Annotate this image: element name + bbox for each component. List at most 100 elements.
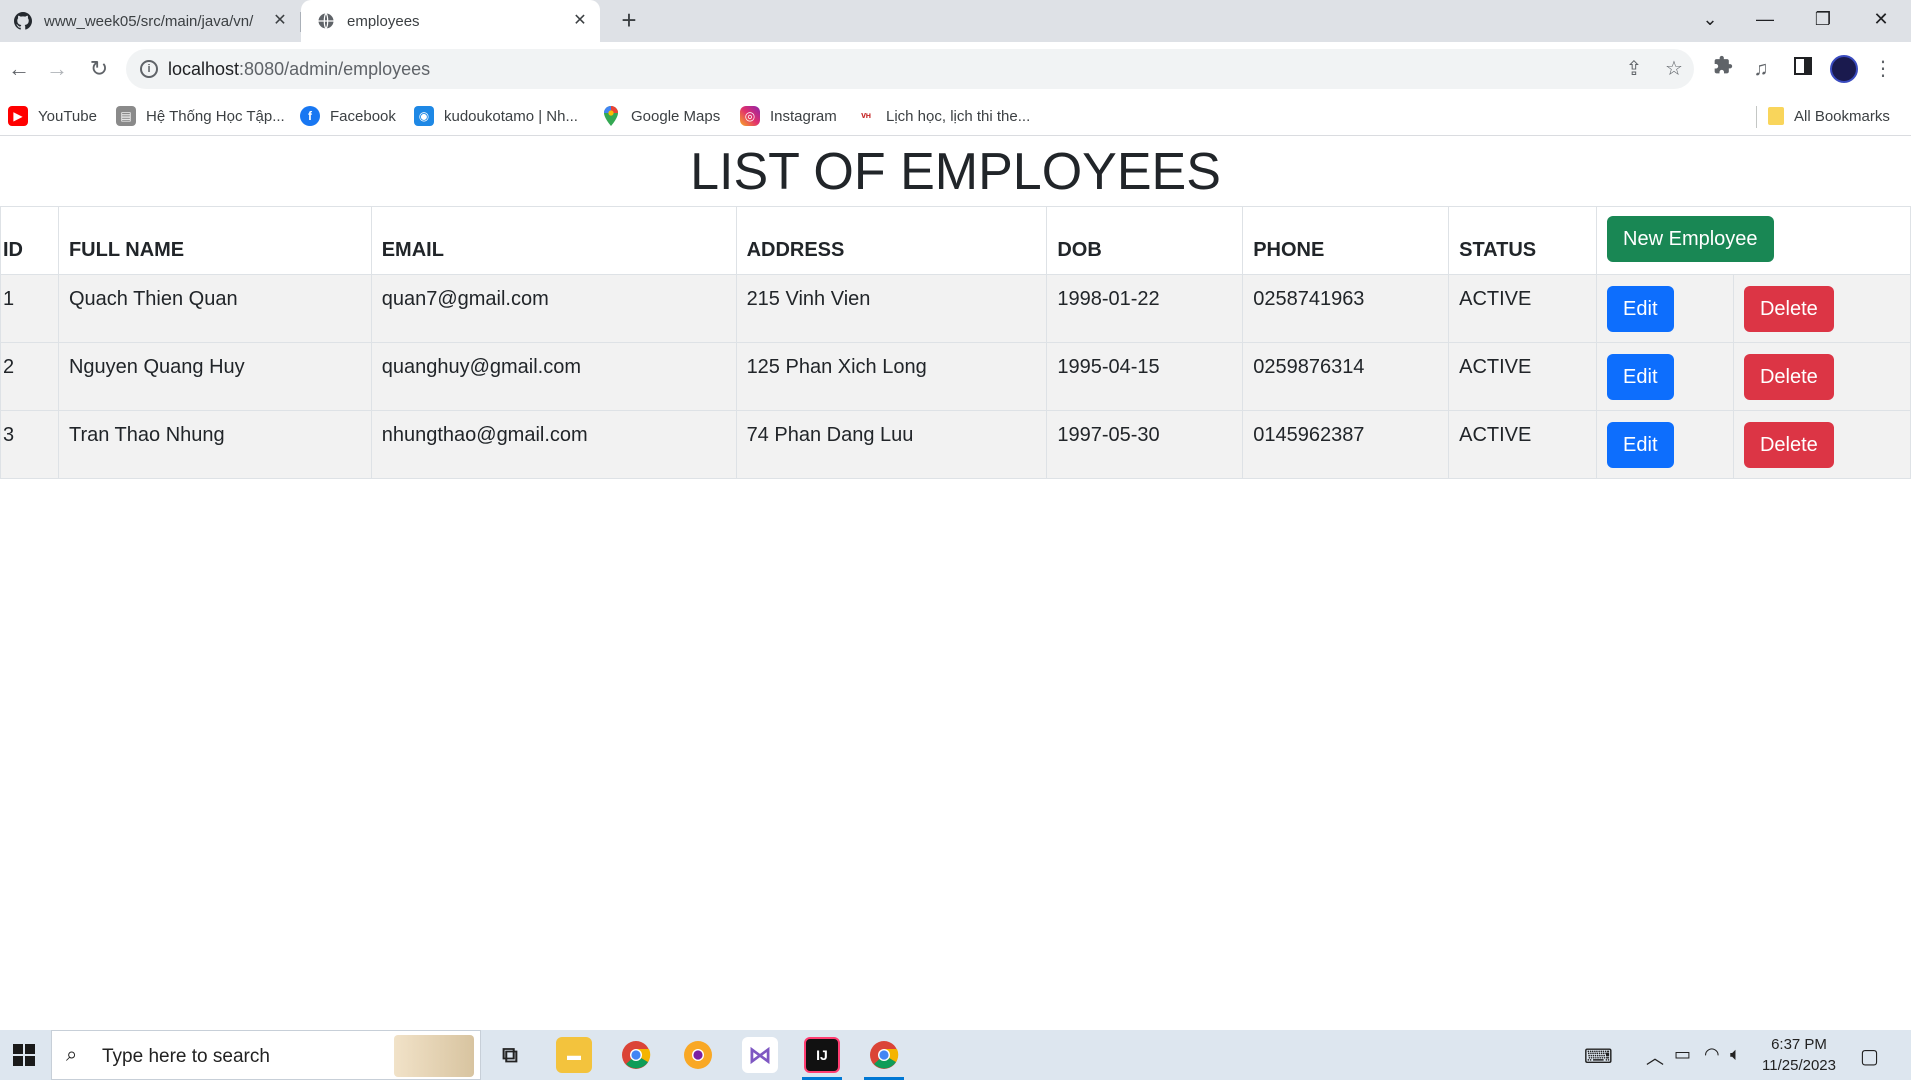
edit-button[interactable]: Edit: [1607, 354, 1674, 400]
bookmark-facebook[interactable]: f Facebook: [300, 105, 396, 127]
search-highlight-illustration: [394, 1035, 474, 1077]
bookmark-lich-hoc[interactable]: ᵛᵸ Lịch học, lịch thi the...: [856, 105, 1030, 127]
table-row: 2 Nguyen Quang Huy quanghuy@gmail.com 12…: [0, 342, 1911, 411]
clock-time: 6:37 PM: [1771, 1036, 1827, 1053]
bookmark-instagram[interactable]: ◎ Instagram: [740, 105, 837, 127]
table-row: 3 Tran Thao Nhung nhungthao@gmail.com 74…: [0, 410, 1911, 479]
column-header-address: ADDRESS: [735, 206, 1048, 275]
tab-github[interactable]: www_week05/src/main/java/vn/ ✕: [0, 0, 300, 42]
profile-avatar[interactable]: [1830, 55, 1858, 83]
more-menu-icon[interactable]: ⋮: [1868, 54, 1898, 84]
cell-delete: Delete: [1732, 274, 1911, 343]
bookmark-kudoukotamo[interactable]: ◉ kudoukotamo | Nh...: [414, 105, 578, 127]
column-header-email: EMAIL: [370, 206, 737, 275]
cell-id: 1: [0, 274, 59, 343]
close-window-icon[interactable]: ✕: [1853, 0, 1909, 38]
cell-address: 215 Vinh Vien: [735, 274, 1048, 343]
chrome-icon[interactable]: [618, 1037, 654, 1073]
cell-email: quanghuy@gmail.com: [370, 342, 737, 411]
file-explorer-icon[interactable]: ▬: [556, 1037, 592, 1073]
restore-icon[interactable]: ❐: [1795, 0, 1851, 38]
all-bookmarks-folder[interactable]: All Bookmarks: [1768, 105, 1890, 127]
browser-tab-strip: www_week05/src/main/java/vn/ ✕ employees…: [0, 0, 1911, 42]
cell-status: ACTIVE: [1448, 274, 1598, 343]
delete-button[interactable]: Delete: [1743, 422, 1834, 468]
cell-edit: Edit: [1596, 410, 1734, 479]
chevron-up-icon[interactable]: ︿: [1646, 1044, 1664, 1070]
media-playlist-icon[interactable]: ♫: [1746, 54, 1776, 84]
bookmark-he-thong-hoc-tap[interactable]: ▤ Hệ Thống Học Tập...: [116, 105, 285, 127]
cell-email: nhungthao@gmail.com: [370, 410, 737, 479]
column-header-phone: PHONE: [1242, 206, 1450, 275]
new-tab-button[interactable]: +: [615, 7, 643, 35]
delete-button[interactable]: Delete: [1743, 354, 1834, 400]
edit-button[interactable]: Edit: [1607, 422, 1674, 468]
cell-status: ACTIVE: [1448, 410, 1598, 479]
close-icon[interactable]: ✕: [572, 13, 588, 29]
instagram-icon: ◎: [740, 106, 760, 126]
site-info-icon[interactable]: i: [140, 60, 158, 78]
reload-icon[interactable]: ↻: [84, 54, 114, 84]
tab-title: www_week05/src/main/java/vn/: [44, 12, 254, 30]
edit-button[interactable]: Edit: [1607, 286, 1674, 332]
cell-edit: Edit: [1596, 342, 1734, 411]
calendar-icon: ᵛᵸ: [861, 108, 871, 124]
page-content: LIST OF EMPLOYEES ID FULL NAME EMAIL ADD…: [0, 137, 1911, 1030]
back-arrow-icon[interactable]: ←: [4, 54, 34, 84]
column-header-status: STATUS: [1448, 206, 1598, 275]
cell-dob: 1995-04-15: [1046, 342, 1244, 411]
column-header-actions: New Employee: [1596, 206, 1911, 275]
youtube-icon: ▶: [8, 106, 28, 126]
visual-studio-icon[interactable]: ⋈: [742, 1037, 778, 1073]
battery-icon[interactable]: ▭: [1674, 1044, 1691, 1065]
extensions-puzzle-icon[interactable]: [1708, 54, 1738, 84]
delete-button[interactable]: Delete: [1743, 286, 1834, 332]
cell-phone: 0145962387: [1242, 410, 1450, 479]
taskbar-search-placeholder: Type here to search: [102, 1046, 270, 1067]
minimize-icon[interactable]: —: [1737, 0, 1793, 38]
bookmark-youtube[interactable]: ▶ YouTube: [8, 105, 97, 127]
address-bar[interactable]: i localhost:8080/admin/employees ⇪ ☆: [126, 49, 1694, 89]
wifi-icon[interactable]: ◠: [1704, 1044, 1720, 1065]
page-title: LIST OF EMPLOYEES: [690, 143, 1221, 201]
cell-dob: 1998-01-22: [1046, 274, 1244, 343]
clock-date: 11/25/2023: [1762, 1057, 1836, 1074]
close-icon[interactable]: ✕: [272, 13, 288, 29]
share-icon[interactable]: ⇪: [1622, 57, 1646, 81]
cell-delete: Delete: [1732, 410, 1911, 479]
cell-id: 3: [0, 410, 59, 479]
facebook-icon: f: [300, 106, 320, 126]
windows-start-icon[interactable]: [0, 1030, 48, 1080]
cell-phone: 0258741963: [1242, 274, 1450, 343]
employees-table: ID FULL NAME EMAIL ADDRESS DOB PHONE STA…: [0, 206, 1911, 479]
new-employee-button[interactable]: New Employee: [1607, 216, 1774, 262]
taskbar-search-box[interactable]: ⌕ Type here to search: [51, 1030, 481, 1080]
volume-icon[interactable]: 🔈︎: [1730, 1044, 1741, 1065]
school-icon: ▤: [116, 106, 136, 126]
bookmark-google-maps[interactable]: Google Maps: [601, 105, 720, 127]
cell-full-name: Nguyen Quang Huy: [57, 342, 372, 411]
folder-icon: [1768, 107, 1784, 125]
search-icon: ⌕: [66, 1044, 78, 1066]
column-header-full-name: FULL NAME: [57, 206, 372, 275]
globe-icon: [318, 13, 334, 29]
intellij-icon[interactable]: IJ: [804, 1037, 840, 1073]
side-panel-icon[interactable]: [1788, 54, 1818, 84]
notification-icon[interactable]: ▢: [1860, 1044, 1879, 1069]
cell-address: 74 Phan Dang Luu: [735, 410, 1048, 479]
url-text[interactable]: localhost:8080/admin/employees: [168, 59, 430, 80]
tab-search-chevron-down-icon[interactable]: ⌄: [1682, 0, 1738, 38]
star-icon[interactable]: ☆: [1662, 57, 1686, 81]
chrome-active-icon[interactable]: [866, 1037, 902, 1073]
task-view-icon[interactable]: ⧉: [492, 1037, 528, 1073]
browser-toolbar: ← → ↻ i localhost:8080/admin/employees ⇪…: [0, 42, 1911, 96]
tab-title: employees: [347, 12, 420, 30]
keyboard-layout-icon[interactable]: ⌨: [1584, 1044, 1613, 1069]
taskbar-clock[interactable]: 6:37 PM 11/25/2023: [1754, 1034, 1844, 1076]
chrome-canary-icon[interactable]: [680, 1037, 716, 1073]
windows-taskbar: ⌕ Type here to search ⧉ ▬ ⋈ IJ ⌨ ︿ ▭ ◠ 🔈…: [0, 1030, 1911, 1080]
cell-email: quan7@gmail.com: [370, 274, 737, 343]
forward-arrow-icon[interactable]: →: [42, 54, 72, 84]
cell-edit: Edit: [1596, 274, 1734, 343]
tab-employees[interactable]: employees ✕: [301, 0, 600, 42]
